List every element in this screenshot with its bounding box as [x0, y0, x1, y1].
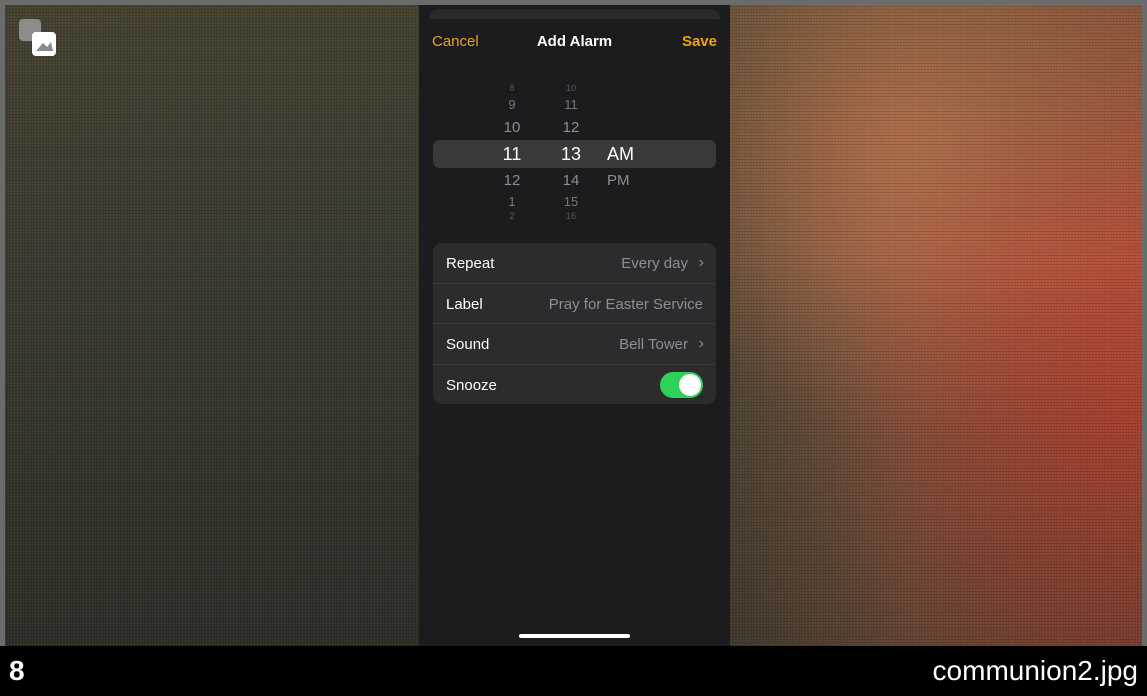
- label-field[interactable]: Pray for Easter Service: [549, 296, 703, 313]
- slide-index: 8: [9, 655, 25, 686]
- hour-option: 10: [503, 119, 521, 136]
- period-option: PM: [607, 172, 630, 189]
- time-picker[interactable]: 8 9 10 11 12 1 2 10 11 12 13 14 15 16 AM…: [433, 75, 716, 235]
- hour-option: 1: [508, 194, 516, 209]
- snooze-label: Snooze: [446, 376, 497, 394]
- hour-option: 8: [509, 83, 515, 93]
- hour-option: 9: [508, 97, 516, 112]
- snooze-row: Snooze: [433, 365, 716, 405]
- repeat-value: Every day: [621, 255, 688, 272]
- minute-option: 15: [563, 194, 579, 209]
- toggle-knob: [679, 373, 701, 396]
- save-button[interactable]: Save: [682, 33, 717, 50]
- period-selected: AM: [607, 144, 634, 164]
- label-label: Label: [446, 295, 483, 313]
- label-row[interactable]: Label Pray for Easter Service: [433, 284, 716, 324]
- file-name: communion2.jpg: [932, 655, 1138, 686]
- sheet-stack-edge: [429, 9, 720, 19]
- minute-option: 12: [562, 119, 580, 136]
- home-indicator[interactable]: [519, 634, 630, 638]
- repeat-label: Repeat: [446, 255, 495, 272]
- minute-option: 10: [565, 83, 576, 93]
- minute-selected: 13: [560, 144, 582, 164]
- minute-option: 16: [565, 211, 576, 221]
- alarm-editor-sheet: Cancel Add Alarm Save 8 9 10 11 12 1 2 1…: [419, 5, 730, 646]
- sound-label: Sound: [446, 336, 490, 353]
- alarm-settings-list: Repeat Every day › Label Pray for Easter…: [433, 243, 716, 404]
- caption-bar: 8 communion2.jpg: [0, 646, 1147, 696]
- picture-in-picture-icon[interactable]: [18, 18, 58, 58]
- minute-option: 14: [562, 172, 580, 189]
- hour-option: 2: [509, 211, 515, 221]
- chevron-right-icon: ›: [698, 254, 704, 271]
- snooze-toggle[interactable]: [660, 371, 703, 398]
- minute-option: 11: [564, 97, 578, 112]
- chevron-right-icon: ›: [698, 335, 704, 352]
- nav-bar: Cancel Add Alarm Save: [419, 27, 730, 55]
- sound-row[interactable]: Sound Bell Tower ›: [433, 324, 716, 365]
- hour-option: 12: [503, 172, 521, 189]
- repeat-row[interactable]: Repeat Every day ›: [433, 243, 716, 284]
- hour-selected: 11: [502, 144, 522, 164]
- sound-value: Bell Tower: [619, 336, 688, 353]
